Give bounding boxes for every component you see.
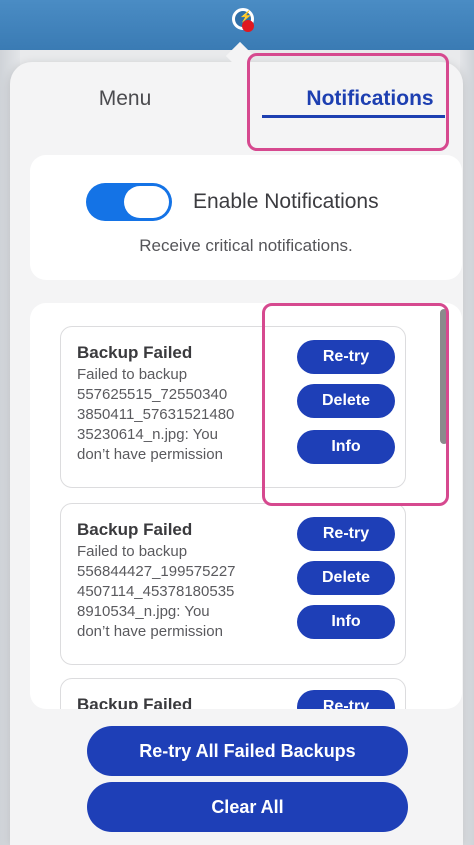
notification-item: Backup Failed Re-try: [60, 678, 406, 709]
message-line: 35230614_n.jpg: You: [77, 426, 218, 443]
notification-item: Backup Failed Failed to backup 556844427…: [60, 503, 406, 665]
clear-all-button[interactable]: Clear All: [87, 782, 408, 832]
message-line: Failed to backup: [77, 366, 188, 383]
notification-message: Failed to backup 557625515_72550340 3850…: [77, 365, 287, 465]
toggle-knob: [124, 186, 169, 218]
notification-title: Backup Failed: [77, 520, 193, 539]
enable-notifications-toggle[interactable]: [86, 183, 172, 221]
message-line: 556844427_199575227: [77, 563, 236, 580]
notification-message: Failed to backup 556844427_199575227 450…: [77, 542, 287, 642]
retry-all-button[interactable]: Re-try All Failed Backups: [87, 726, 408, 776]
info-button[interactable]: Info: [297, 605, 395, 639]
message-line: 3850411_57631521480: [77, 406, 235, 423]
enable-notifications-label: Enable Notifications: [193, 190, 379, 213]
message-line: don’t have permission: [77, 623, 223, 640]
enable-notifications-description: Receive critical notifications.: [139, 236, 353, 255]
message-line: Failed to backup: [77, 543, 188, 560]
retry-button[interactable]: Re-try: [297, 517, 395, 551]
delete-button[interactable]: Delete: [297, 561, 395, 595]
highlight-box-actions: [262, 303, 449, 506]
retry-button[interactable]: Re-try: [297, 690, 395, 709]
alert-dot-icon: [242, 20, 254, 32]
message-line: 8910534_n.jpg: You: [77, 603, 210, 620]
message-line: don’t have permission: [77, 446, 223, 463]
tab-menu[interactable]: Menu: [70, 86, 180, 116]
message-line: 557625515_72550340: [77, 386, 228, 403]
notification-title: Backup Failed: [77, 343, 193, 362]
notification-title: Backup Failed: [77, 695, 193, 709]
tray-app-icon[interactable]: ⚡: [230, 6, 258, 34]
highlight-box-tab: [247, 53, 449, 151]
message-line: 4507114_45378180535: [77, 583, 235, 600]
